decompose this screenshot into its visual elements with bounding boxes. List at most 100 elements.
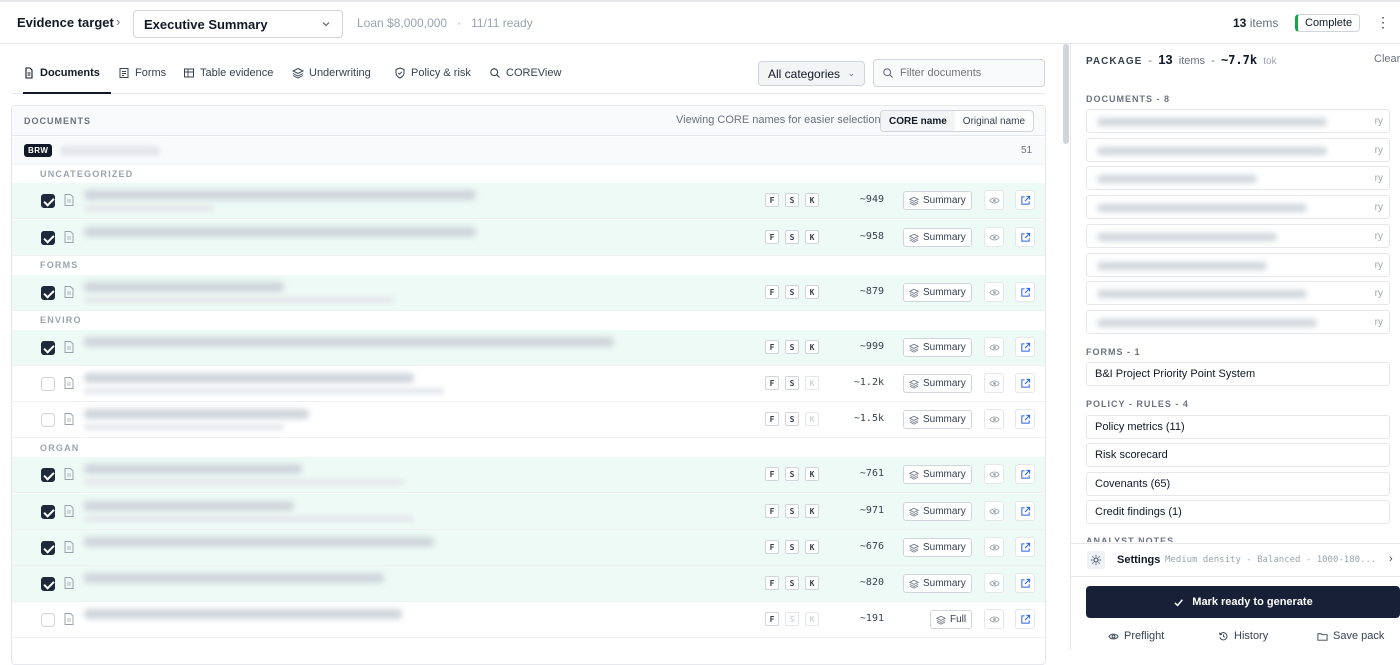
row-checkbox[interactable] [41,468,55,482]
package-policy-item[interactable]: Risk scorecard [1086,443,1390,467]
flag-s-toggle[interactable]: S [785,230,799,244]
flag-s-toggle[interactable]: S [785,467,799,481]
flag-f-toggle[interactable]: F [765,576,779,590]
preflight-button[interactable]: Preflight [1108,630,1164,642]
open-external-button[interactable] [1015,373,1035,393]
flag-k-toggle[interactable]: K [805,193,819,207]
row-checkbox[interactable] [41,413,55,427]
flag-s-toggle[interactable]: S [785,193,799,207]
flag-k-toggle[interactable]: K [805,612,819,626]
preview-button[interactable] [984,282,1004,302]
table-row[interactable]: F S K ~949 Summary [12,183,1045,219]
preview-button[interactable] [984,537,1004,557]
open-external-button[interactable] [1015,537,1035,557]
detail-mode-button[interactable]: Summary [903,374,972,393]
package-document-item[interactable]: ry [1086,138,1390,162]
flag-f-toggle[interactable]: F [765,340,779,354]
tab-underwriting[interactable]: Underwriting [292,67,371,79]
row-checkbox[interactable] [41,194,55,208]
flag-f-toggle[interactable]: F [765,504,779,518]
preview-button[interactable] [984,464,1004,484]
package-policy-item[interactable]: Covenants (65) [1086,472,1390,496]
core-name-toggle[interactable]: CORE name [881,111,955,131]
flag-k-toggle[interactable]: K [805,504,819,518]
row-checkbox[interactable] [41,577,55,591]
table-row[interactable]: F S K ~999 Summary [12,330,1045,366]
package-document-item[interactable]: ry [1086,253,1390,277]
preview-button[interactable] [984,573,1004,593]
flag-s-toggle[interactable]: S [785,376,799,390]
flag-f-toggle[interactable]: F [765,412,779,426]
package-document-item[interactable]: ry [1086,310,1390,334]
preview-button[interactable] [984,409,1004,429]
row-checkbox[interactable] [41,505,55,519]
open-external-button[interactable] [1015,609,1035,629]
package-policy-item[interactable]: Credit findings (1) [1086,500,1390,524]
table-row[interactable]: F S K ~879 Summary [12,275,1045,311]
row-checkbox[interactable] [41,613,55,627]
detail-mode-button[interactable]: Summary [903,502,972,521]
settings-bar[interactable]: Settings Medium density - Balanced - 100… [1071,543,1400,575]
scrollbar[interactable] [1063,44,1069,144]
filter-documents-field[interactable] [873,59,1045,87]
open-external-button[interactable] [1015,337,1035,357]
detail-mode-button[interactable]: Summary [903,465,972,484]
flag-f-toggle[interactable]: F [765,612,779,626]
table-row[interactable]: F S K ~971 Summary [12,494,1045,530]
detail-mode-button[interactable]: Summary [903,191,972,210]
table-row[interactable]: F S K ~191 Full [12,602,1045,638]
table-row[interactable]: F S K ~958 Summary [12,220,1045,256]
open-external-button[interactable] [1015,409,1035,429]
flag-s-toggle[interactable]: S [785,540,799,554]
detail-mode-button[interactable]: Summary [903,538,972,557]
table-row[interactable]: F S K ~761 Summary [12,457,1045,493]
row-checkbox[interactable] [41,231,55,245]
flag-s-toggle[interactable]: S [785,285,799,299]
flag-s-toggle[interactable]: S [785,412,799,426]
preview-button[interactable] [984,501,1004,521]
row-checkbox[interactable] [41,341,55,355]
tab-policy-risk[interactable]: Policy & risk [394,67,471,79]
table-row[interactable]: F S K ~676 Summary [12,530,1045,566]
table-row[interactable]: F S K ~820 Summary [12,566,1045,602]
detail-mode-button[interactable]: Full [930,610,973,629]
package-document-item[interactable]: ry [1086,109,1390,133]
row-checkbox[interactable] [41,286,55,300]
row-checkbox[interactable] [41,541,55,555]
preview-button[interactable] [984,190,1004,210]
tab-documents[interactable]: Documents [23,67,100,79]
save-pack-button[interactable]: Save pack [1317,630,1384,642]
flag-f-toggle[interactable]: F [765,376,779,390]
detail-mode-button[interactable]: Summary [903,410,972,429]
tab-table-evidence[interactable]: Table evidence [183,67,273,79]
package-document-item[interactable]: ry [1086,281,1390,305]
filter-documents-input[interactable] [900,67,1040,79]
preview-button[interactable] [984,337,1004,357]
row-checkbox[interactable] [41,377,55,391]
flag-k-toggle[interactable]: K [805,340,819,354]
open-external-button[interactable] [1015,282,1035,302]
flag-s-toggle[interactable]: S [785,576,799,590]
package-document-item[interactable]: ry [1086,166,1390,190]
detail-mode-button[interactable]: Summary [903,228,972,247]
package-document-item[interactable]: ry [1086,224,1390,248]
flag-k-toggle[interactable]: K [805,412,819,426]
flag-f-toggle[interactable]: F [765,467,779,481]
evidence-target-select[interactable]: Executive Summary [133,10,343,38]
preview-button[interactable] [984,373,1004,393]
flag-s-toggle[interactable]: S [785,340,799,354]
history-button[interactable]: History [1218,630,1268,642]
table-row[interactable]: F S K ~1.5k Summary [12,402,1045,438]
flag-k-toggle[interactable]: K [805,540,819,554]
original-name-toggle[interactable]: Original name [955,111,1033,131]
flag-k-toggle[interactable]: K [805,285,819,299]
detail-mode-button[interactable]: Summary [903,283,972,302]
package-policy-item[interactable]: Policy metrics (11) [1086,415,1390,439]
mark-ready-button[interactable]: Mark ready to generate [1086,586,1400,618]
table-row[interactable]: F S K ~1.2k Summary [12,366,1045,402]
open-external-button[interactable] [1015,464,1035,484]
flag-s-toggle[interactable]: S [785,504,799,518]
category-filter-select[interactable]: All categories ⌄ [758,61,865,86]
flag-s-toggle[interactable]: S [785,612,799,626]
open-external-button[interactable] [1015,573,1035,593]
